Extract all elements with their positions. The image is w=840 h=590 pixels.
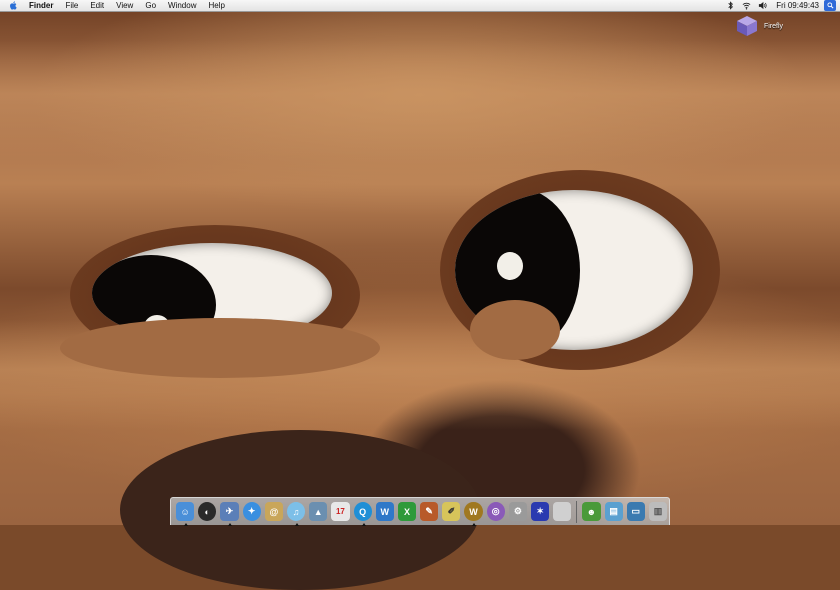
mail-icon[interactable]: ✈ [220, 502, 239, 526]
utility-icon[interactable]: ⚙ [508, 502, 527, 521]
left-eye-lower-fur [60, 318, 380, 378]
dock-separator [576, 500, 578, 523]
desktop-wallpaper [0, 0, 840, 590]
menu-bar: Finder File Edit View Go Window Help Fri… [0, 0, 840, 12]
documents-folder-icon[interactable]: ▤ [604, 502, 623, 521]
quicktime-icon[interactable]: Q [353, 502, 372, 526]
finder-glyph: ☺ [180, 506, 190, 517]
ical-glyph: 17 [335, 507, 345, 516]
trash-glyph: ▥ [653, 506, 663, 516]
apple-menu-icon[interactable] [7, 0, 19, 11]
menu-clock[interactable]: Fri 09:49:43 [770, 1, 824, 10]
textedit-glyph: ✐ [447, 506, 456, 516]
itunes-purple-icon[interactable]: ◎ [486, 502, 505, 521]
wallpaper-fur-top [0, 40, 840, 160]
menu-go[interactable]: Go [139, 0, 162, 11]
excel-icon[interactable]: X [397, 502, 417, 521]
address-book-glyph: @ [269, 506, 279, 517]
apple-store-icon[interactable] [553, 502, 572, 521]
bluetooth-icon[interactable] [724, 0, 736, 11]
finder-icon[interactable]: ☺ [176, 502, 195, 526]
frog-icon[interactable]: ☻ [582, 502, 601, 521]
excel-glyph: X [403, 506, 410, 517]
quicktime-glyph: Q [359, 506, 367, 517]
desktop-item-label: Firefly [764, 23, 784, 30]
menu-file[interactable]: File [59, 0, 84, 11]
safari-icon[interactable]: ✦ [242, 502, 261, 521]
address-book-icon[interactable]: @ [264, 502, 283, 521]
word-glyph: W [380, 506, 390, 517]
documents-folder-glyph: ▤ [609, 506, 618, 516]
menu-edit[interactable]: Edit [84, 0, 110, 11]
word-icon[interactable]: W [375, 502, 394, 521]
script-editor-glyph: ✎ [425, 506, 433, 516]
desktop-folder-glyph: ▭ [631, 506, 641, 516]
itunes-icon[interactable]: ♫ [286, 502, 306, 526]
spotlight-search-icon[interactable] [824, 0, 836, 11]
menu-view[interactable]: View [110, 0, 139, 11]
volume-icon[interactable] [756, 0, 768, 11]
trash-icon[interactable]: ▥ [648, 502, 668, 521]
menu-extras: Fri 09:49:43 [722, 0, 840, 11]
frog-glyph: ☻ [586, 506, 597, 517]
textedit-icon[interactable]: ✐ [442, 502, 461, 521]
menu-window[interactable]: Window [162, 0, 202, 11]
iphoto-icon[interactable]: ▲ [309, 502, 328, 521]
warcraft-glyph: W [469, 506, 478, 517]
wizard-icon[interactable]: ✶ [531, 502, 550, 521]
warcraft-icon[interactable]: W [464, 502, 483, 526]
itunes-glyph: ♫ [292, 506, 300, 517]
itunes-purple-glyph: ◎ [491, 506, 500, 516]
right-eye-fur-tuft [470, 300, 560, 360]
ical-icon[interactable]: 17 [331, 502, 350, 521]
desktop-folder-icon[interactable]: ▭ [626, 502, 645, 521]
dock: ☺ ◐ ✈ ✦ @ ♫ ▲ 17 Q W X ✎ ✐ W ◎ ⚙ ✶ ☻ ▤ ▭… [170, 497, 670, 526]
menu-help[interactable]: Help [202, 0, 230, 11]
mail-glyph: ✈ [225, 506, 234, 516]
cube-icon [737, 16, 757, 36]
iphoto-glyph: ▲ [313, 506, 323, 517]
script-editor-icon[interactable]: ✎ [420, 502, 439, 521]
wizard-glyph: ✶ [536, 506, 544, 516]
menu-app-name[interactable]: Finder [25, 0, 59, 11]
dashboard-icon[interactable]: ◐ [198, 502, 217, 521]
utility-glyph: ⚙ [513, 506, 522, 516]
right-eye-glint [497, 252, 523, 280]
wifi-icon[interactable] [740, 0, 752, 11]
dashboard-glyph: ◐ [204, 506, 210, 517]
safari-glyph: ✦ [247, 506, 256, 516]
